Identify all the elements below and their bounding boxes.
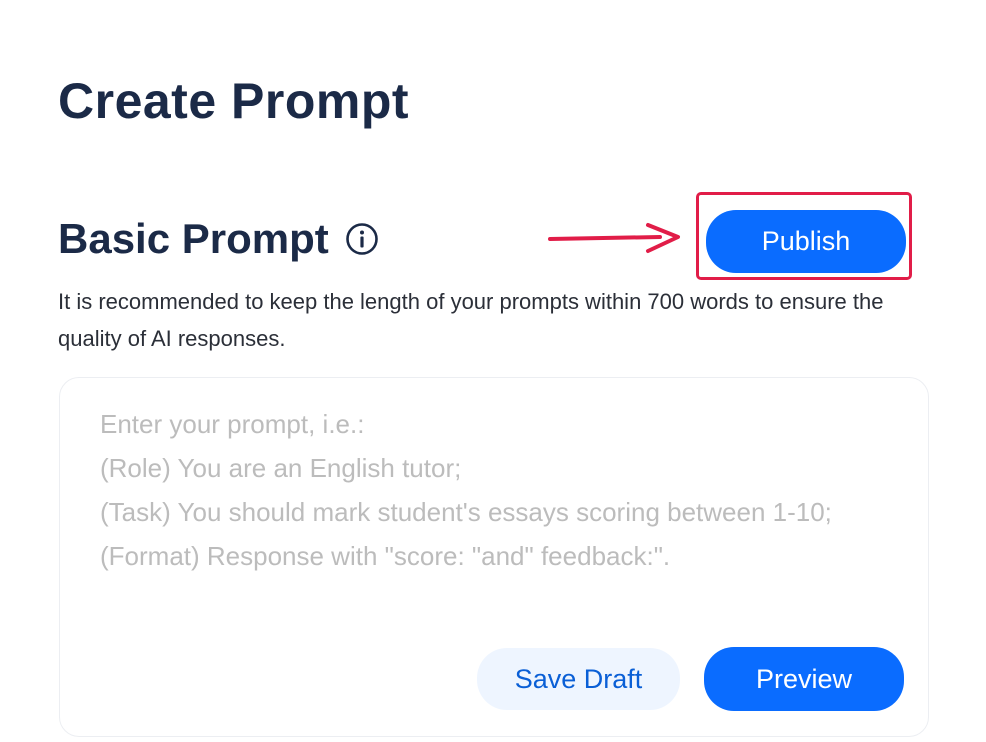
create-prompt-page: Create Prompt Basic Prompt Publish It is… [0,0,986,742]
save-draft-button[interactable]: Save Draft [477,648,680,710]
section-title: Basic Prompt [58,215,329,262]
prompt-input[interactable] [100,402,860,642]
section-description: It is recommended to keep the length of … [58,289,884,351]
preview-button[interactable]: Preview [704,647,904,711]
prompt-card: Save Draft Preview [59,377,929,737]
page-title: Create Prompt [58,73,410,129]
section-heading: Basic Prompt [58,215,379,263]
info-icon[interactable] [345,222,379,256]
arrow-right-icon [548,223,680,253]
publish-button[interactable]: Publish [706,210,906,273]
